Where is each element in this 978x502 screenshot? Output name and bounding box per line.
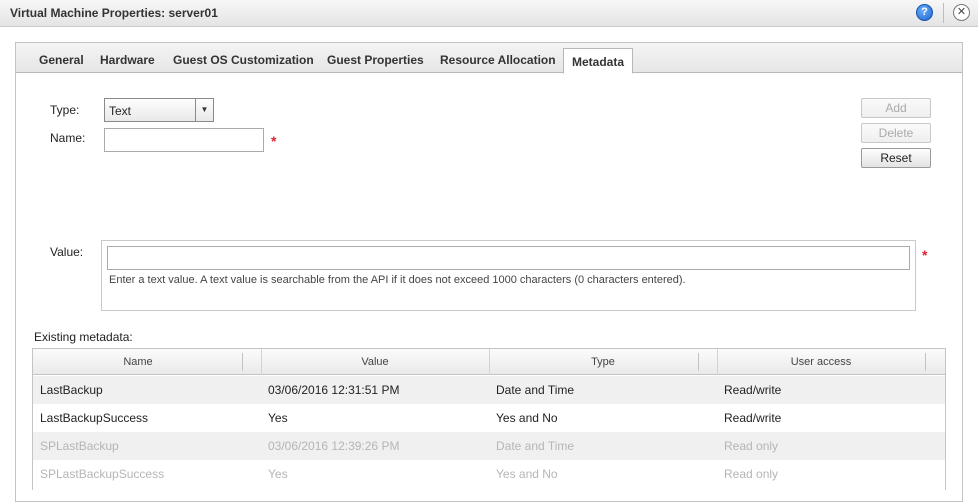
column-divider [242,353,243,371]
cell-value: 03/06/2016 12:31:51 PM [268,383,400,397]
value-box: Enter a text value. A text value is sear… [101,240,916,311]
reset-button[interactable]: Reset [861,148,931,168]
cell-user-access: Read only [724,439,779,453]
table-row[interactable]: SPLastBackup 03/06/2016 12:39:26 PM Date… [33,432,945,460]
column-header-value[interactable]: Value [261,349,489,375]
tab-metadata[interactable]: Metadata [563,48,634,74]
table-row[interactable]: SPLastBackupSuccess Yes Yes and No Read … [33,460,945,488]
cell-type: Date and Time [496,383,575,397]
type-select[interactable]: Text ▼ [104,98,214,122]
name-label: Name: [50,131,86,145]
close-icon[interactable]: ✕ [953,4,970,21]
value-hint: Enter a text value. A text value is sear… [109,274,686,286]
column-header-type[interactable]: Type [489,349,717,375]
tab-bar: General Hardware Guest OS Customization … [16,43,962,74]
type-select-value: Text [109,104,132,118]
tab-hardware[interactable]: Hardware [100,43,155,73]
title-bar: Virtual Machine Properties: server01 ? ✕ [0,0,978,27]
cell-name: LastBackup [40,383,103,397]
value-required-marker: * [922,247,928,263]
cell-type: Yes and No [496,411,558,425]
column-divider [925,353,926,371]
cell-type: Yes and No [496,467,558,481]
type-label: Type: [50,103,80,117]
add-button[interactable]: Add [861,98,931,118]
cell-value: 03/06/2016 12:39:26 PM [268,439,400,453]
name-required-marker: * [271,133,277,149]
tab-general[interactable]: General [39,43,84,73]
cell-user-access: Read/write [724,411,782,425]
tab-guest-os-customization[interactable]: Guest OS Customization [173,43,314,73]
cell-value: Yes [268,467,288,481]
column-header-name[interactable]: Name [33,349,243,375]
table-row[interactable]: LastBackupSuccess Yes Yes and No Read/wr… [33,404,945,432]
help-icon[interactable]: ? [916,4,933,21]
toolbar-divider [943,3,944,23]
chevron-down-icon[interactable]: ▼ [195,99,213,121]
cell-user-access: Read/write [724,383,782,397]
cell-value: Yes [268,411,288,425]
cell-name: SPLastBackupSuccess [40,467,165,481]
tab-guest-properties[interactable]: Guest Properties [327,43,424,73]
table-header: Name Value Type User access [33,349,945,375]
cell-user-access: Read only [724,467,779,481]
cell-name: LastBackupSuccess [40,411,149,425]
name-input[interactable] [104,128,264,152]
column-divider [698,353,699,371]
value-input[interactable] [107,246,910,270]
tab-resource-allocation[interactable]: Resource Allocation [440,43,556,73]
value-label: Value: [50,245,84,259]
metadata-table: Name Value Type User access LastBackup 0… [32,348,946,490]
table-row[interactable]: LastBackup 03/06/2016 12:31:51 PM Date a… [33,376,945,404]
delete-button[interactable]: Delete [861,123,931,143]
cell-name: SPLastBackup [40,439,119,453]
column-header-user-access[interactable]: User access [717,349,925,375]
cell-type: Date and Time [496,439,575,453]
window-title: Virtual Machine Properties: server01 [10,6,218,20]
existing-metadata-label: Existing metadata: [34,330,133,344]
